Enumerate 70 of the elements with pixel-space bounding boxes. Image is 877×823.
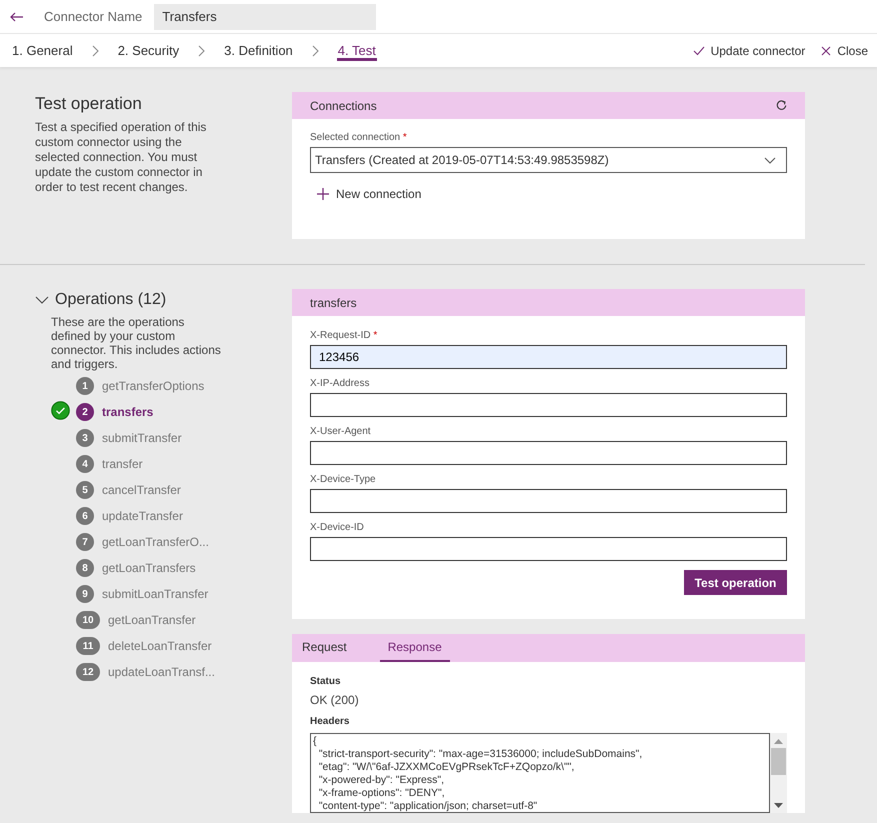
headers-label: Headers — [310, 716, 350, 727]
operation-number-badge: 7 — [76, 533, 94, 551]
operation-number-badge: 6 — [76, 507, 94, 525]
operation-item[interactable]: getTransferOptions — [102, 379, 204, 393]
text-input[interactable] — [310, 441, 787, 465]
step-tab[interactable]: 4. Test — [336, 40, 377, 61]
checkmark-icon — [692, 46, 705, 56]
operation-item[interactable]: getLoanTransfers — [102, 561, 196, 575]
update-connector-button[interactable]: Update connector — [692, 44, 806, 58]
text-input[interactable] — [310, 537, 787, 561]
operations-description: These are the operations defined by your custom connector. This includes actions and triggers. — [51, 315, 221, 371]
operation-number-badge: 11 — [76, 637, 100, 655]
result-tab[interactable]: Response — [380, 634, 450, 662]
section-title: Test operation — [35, 94, 143, 114]
operation-item[interactable]: cancelTransfer — [102, 483, 181, 497]
field-label: X-Device-ID — [310, 522, 365, 533]
test-operation-button[interactable]: Test operation — [684, 570, 787, 595]
operation-item[interactable]: submitTransfer — [102, 431, 182, 445]
operation-item[interactable]: deleteLoanTransfer — [108, 639, 212, 653]
text-input[interactable]: 123456 — [310, 345, 787, 369]
operation-item[interactable]: transfer — [102, 457, 143, 471]
operation-item[interactable]: getLoanTransfer — [108, 613, 196, 627]
operation-number-badge: 1 — [76, 377, 94, 395]
result-tab[interactable]: Request — [302, 634, 355, 662]
step-tab[interactable]: 2. Security — [116, 40, 180, 61]
panel-title: Connections — [310, 98, 377, 112]
plus-icon — [317, 188, 329, 200]
text-input[interactable] — [310, 489, 787, 513]
operation-number-badge: 5 — [76, 481, 94, 499]
connector-name-field[interactable]: Transfers — [154, 4, 376, 30]
operation-item[interactable]: updateTransfer — [102, 509, 183, 523]
chevron-right-icon — [92, 44, 99, 56]
step-tab[interactable]: 1. General — [11, 40, 74, 61]
status-value: OK (200) — [310, 693, 360, 707]
operation-number-badge: 12 — [76, 663, 100, 681]
chevron-right-icon — [198, 44, 206, 56]
operation-number-badge: 8 — [76, 559, 94, 577]
new-connection-button[interactable]: New connection — [317, 187, 422, 201]
chevron-icon[interactable] — [35, 296, 49, 304]
scrollbar[interactable] — [770, 733, 787, 813]
scroll-down-icon[interactable] — [774, 803, 783, 809]
operation-number-badge: 3 — [76, 429, 94, 447]
connection-dropdown[interactable]: Transfers (Created at 2019-05-07T14:53:49.9853598Z) — [310, 147, 787, 173]
operation-number-badge: 2 — [76, 403, 94, 421]
field-label: X-User-Agent — [310, 426, 372, 437]
operation-item[interactable]: submitLoanTransfer — [102, 587, 208, 601]
close-button[interactable]: Close — [821, 44, 868, 58]
status-label: Status — [310, 676, 342, 687]
connector-name-label: Connector Name — [44, 9, 142, 24]
text-input[interactable] — [310, 393, 787, 417]
chevron-down-icon — [764, 156, 776, 164]
operations-title[interactable]: Operations (12) — [55, 291, 166, 309]
field-label: X-Request-ID * — [310, 330, 378, 341]
field-label: Selected connection * — [310, 132, 408, 143]
field-label: X-IP-Address — [310, 378, 370, 389]
operation-item[interactable]: updateLoanTransf... — [108, 665, 215, 679]
step-tab[interactable]: 3. Definition — [223, 40, 294, 61]
section-description: Test a specified operation of this custom connector using the selected connection. You must update the custom connector in order to test recent changes. — [35, 120, 208, 195]
back-arrow-icon[interactable] — [10, 12, 24, 22]
close-icon — [821, 46, 832, 56]
field-label: X-Device-Type — [310, 474, 377, 485]
operation-number-badge: 9 — [76, 585, 94, 603]
chevron-right-icon — [312, 44, 319, 56]
operation-item[interactable]: transfers — [102, 405, 154, 419]
operation-number-badge: 4 — [76, 455, 94, 473]
refresh-icon[interactable] — [776, 100, 787, 111]
headers-text: { "strict-transport-security": "max-age=31536000; includeSubDomains", "etag": "W/\"6af-JZXXMCoEVgPRsekTcF+ZQopzo/k\"", "x-powered-by": "Express", "x-frame-options": "DENY", "content-type": "application/json; charset=utf-8" — [310, 733, 770, 813]
panel-title: transfers — [310, 296, 357, 310]
operation-number-badge: 10 — [76, 611, 100, 629]
operation-item[interactable]: getLoanTransferO... — [102, 535, 209, 549]
